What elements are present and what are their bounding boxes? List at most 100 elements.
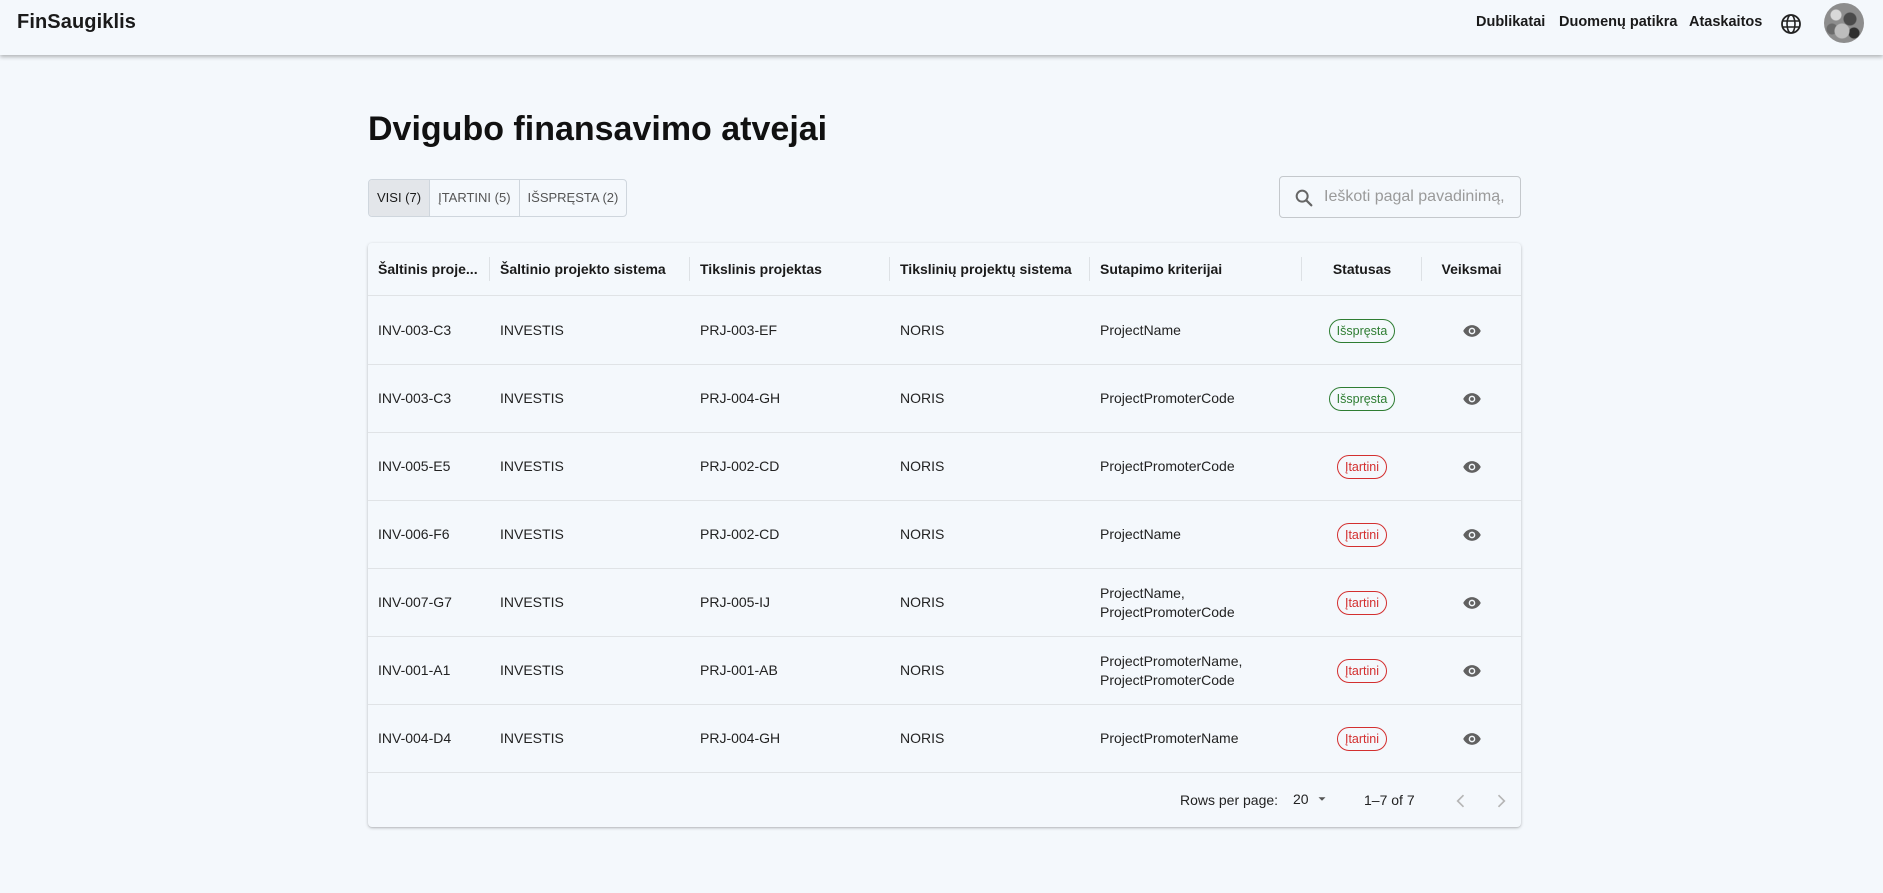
cell-match-criteria-text: ProjectPromoterName, ProjectPromoterCode bbox=[1100, 652, 1243, 688]
cell-target-project: PRJ-004-GH bbox=[690, 705, 890, 772]
col-header-source-system[interactable]: Šaltinio projekto sistema bbox=[490, 243, 690, 296]
cell-source-project: INV-003-C3 bbox=[368, 297, 490, 364]
cell-match-criteria-text: ProjectPromoterCode bbox=[1100, 390, 1235, 406]
nav-link-ataskaitos[interactable]: Ataskaitos bbox=[1689, 14, 1762, 30]
table-row: INV-003-C3 INVESTIS PRJ-004-GH NORIS Project… bbox=[368, 365, 1521, 433]
cell-match-criteria-text: ProjectName, ProjectPromoterCode bbox=[1100, 584, 1235, 620]
cell-source-project-text: INV-006-F6 bbox=[378, 526, 450, 542]
cell-source-project-text: INV-003-C3 bbox=[378, 322, 452, 338]
globe-icon[interactable] bbox=[1779, 12, 1803, 36]
search-input[interactable] bbox=[1324, 178, 1514, 216]
col-header-status[interactable]: Statusas bbox=[1302, 243, 1422, 296]
cell-actions bbox=[1422, 705, 1521, 772]
status-badge: Įtartini bbox=[1336, 522, 1388, 547]
cell-actions bbox=[1422, 501, 1521, 568]
cell-target-system-text: NORIS bbox=[900, 390, 945, 406]
cell-source-project-text: INV-004-D4 bbox=[378, 730, 452, 746]
cell-actions bbox=[1422, 637, 1521, 704]
cell-status: Įtartini bbox=[1302, 637, 1422, 704]
rows-per-page-select[interactable]: 20 bbox=[1293, 791, 1329, 807]
cell-target-project: PRJ-005-IJ bbox=[690, 569, 890, 636]
col-header-target-system[interactable]: Tikslinių projektų sistema bbox=[890, 243, 1090, 296]
cell-source-system-text: INVESTIS bbox=[500, 458, 564, 474]
cell-target-system-text: NORIS bbox=[900, 322, 945, 338]
cell-actions bbox=[1422, 365, 1521, 432]
cell-target-system-text: NORIS bbox=[900, 662, 945, 678]
cell-source-system-text: INVESTIS bbox=[500, 390, 564, 406]
cell-source-project-text: INV-003-C3 bbox=[378, 390, 452, 406]
cell-status: Įtartini bbox=[1302, 501, 1422, 568]
eye-icon[interactable] bbox=[1462, 321, 1482, 341]
eye-icon[interactable] bbox=[1462, 389, 1482, 409]
cell-status: Išspręsta bbox=[1302, 297, 1422, 364]
chevron-left-icon[interactable] bbox=[1451, 791, 1471, 811]
cell-actions bbox=[1422, 569, 1521, 636]
chevron-right-icon[interactable] bbox=[1491, 791, 1511, 811]
cell-target-project: PRJ-004-GH bbox=[690, 365, 890, 432]
caret-down-icon bbox=[1318, 797, 1326, 801]
col-header-target-project[interactable]: Tikslinis projektas bbox=[690, 243, 890, 296]
cell-source-project-text: INV-007-G7 bbox=[378, 594, 452, 610]
table-pagination: Rows per page: 20 1–7 of 7 bbox=[368, 774, 1521, 827]
cell-source-system: INVESTIS bbox=[490, 433, 690, 500]
col-header-source-project[interactable]: Šaltinis proje... bbox=[368, 243, 490, 296]
cell-target-system: NORIS bbox=[890, 637, 1090, 704]
table-row: INV-003-C3 INVESTIS PRJ-003-EF NORIS Project… bbox=[368, 297, 1521, 365]
cell-target-system-text: NORIS bbox=[900, 594, 945, 610]
cell-source-system-text: INVESTIS bbox=[500, 662, 564, 678]
cell-source-system-text: INVESTIS bbox=[500, 594, 564, 610]
status-badge: Išspręsta bbox=[1328, 318, 1396, 343]
cell-source-project: INV-005-E5 bbox=[368, 433, 490, 500]
cell-source-system: INVESTIS bbox=[490, 637, 690, 704]
cell-source-system: INVESTIS bbox=[490, 569, 690, 636]
table-row: INV-001-A1 INVESTIS PRJ-001-AB NORIS Project… bbox=[368, 637, 1521, 705]
user-avatar[interactable] bbox=[1824, 3, 1864, 43]
page-title: Dvigubo finansavimo atvejai bbox=[368, 110, 828, 148]
app-brand[interactable]: FinSaugiklis bbox=[17, 11, 136, 34]
status-filter-tabs: VISI (7) ĮTARTINI (5) IŠSPRĘSTA (2) bbox=[368, 179, 628, 217]
cell-actions bbox=[1422, 433, 1521, 500]
cell-target-project: PRJ-002-CD bbox=[690, 501, 890, 568]
cell-target-system: NORIS bbox=[890, 569, 1090, 636]
cell-match-criteria: ProjectPromoterName, ProjectPromoterCode bbox=[1090, 637, 1302, 704]
search-box bbox=[1279, 176, 1521, 218]
tab-suspicious[interactable]: ĮTARTINI (5) bbox=[430, 180, 520, 216]
cell-target-project-text: PRJ-001-AB bbox=[700, 662, 778, 678]
cell-source-system: INVESTIS bbox=[490, 365, 690, 432]
col-header-match-criteria[interactable]: Sutapimo kriterijai bbox=[1090, 243, 1302, 296]
cell-match-criteria-text: ProjectName bbox=[1100, 322, 1181, 338]
cell-match-criteria: ProjectName, ProjectPromoterCode bbox=[1090, 569, 1302, 636]
search-icon bbox=[1295, 189, 1313, 207]
nav-link-duomenu-patikra[interactable]: Duomenų patikra bbox=[1559, 14, 1677, 30]
cell-target-system-text: NORIS bbox=[900, 458, 945, 474]
eye-icon[interactable] bbox=[1462, 729, 1482, 749]
cell-target-project: PRJ-001-AB bbox=[690, 637, 890, 704]
cell-source-project: INV-007-G7 bbox=[368, 569, 490, 636]
cell-match-criteria: ProjectPromoterName bbox=[1090, 705, 1302, 772]
cell-source-project: INV-006-F6 bbox=[368, 501, 490, 568]
tab-resolved[interactable]: IŠSPRĘSTA (2) bbox=[520, 180, 627, 216]
eye-icon[interactable] bbox=[1462, 457, 1482, 477]
status-badge: Įtartini bbox=[1336, 590, 1388, 615]
cell-target-project: PRJ-003-EF bbox=[690, 297, 890, 364]
nav-link-dublikatai[interactable]: Dublikatai bbox=[1476, 14, 1545, 30]
cell-match-criteria-text: ProjectPromoterCode bbox=[1100, 458, 1235, 474]
cell-status: Įtartini bbox=[1302, 705, 1422, 772]
cell-status: Įtartini bbox=[1302, 433, 1422, 500]
status-badge: Įtartini bbox=[1336, 454, 1388, 479]
cell-source-system-text: INVESTIS bbox=[500, 730, 564, 746]
cell-source-project: INV-003-C3 bbox=[368, 365, 490, 432]
cases-table: Šaltinis proje... Šaltinio projekto sist… bbox=[368, 243, 1521, 827]
eye-icon[interactable] bbox=[1462, 593, 1482, 613]
cell-source-system: INVESTIS bbox=[490, 501, 690, 568]
status-badge: Išspręsta bbox=[1328, 386, 1396, 411]
cell-match-criteria-text: ProjectPromoterName bbox=[1100, 730, 1239, 746]
eye-icon[interactable] bbox=[1462, 525, 1482, 545]
tab-all[interactable]: VISI (7) bbox=[369, 180, 431, 216]
cell-target-system: NORIS bbox=[890, 501, 1090, 568]
cell-source-system-text: INVESTIS bbox=[500, 526, 564, 542]
eye-icon[interactable] bbox=[1462, 661, 1482, 681]
cell-status: Išspręsta bbox=[1302, 365, 1422, 432]
cell-target-system-text: NORIS bbox=[900, 526, 945, 542]
cell-target-project-text: PRJ-002-CD bbox=[700, 458, 780, 474]
